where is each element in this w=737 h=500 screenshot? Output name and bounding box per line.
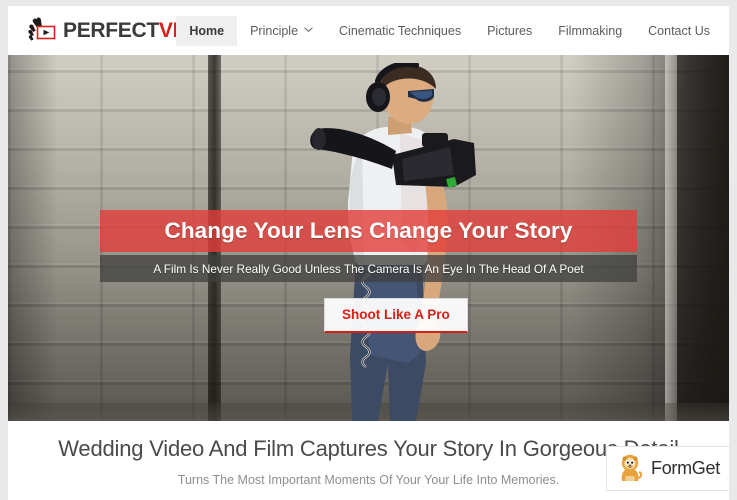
lion-mascot-icon: [617, 454, 643, 484]
ok-hand-play-logo-icon: [26, 16, 58, 46]
nav-item-contact-us[interactable]: Contact Us: [635, 16, 723, 46]
hero-subtitle: A Film Is Never Really Good Unless The C…: [153, 261, 584, 276]
hero-title: Change Your Lens Change Your Story: [164, 218, 573, 243]
nav-item-principle[interactable]: Principle: [237, 16, 326, 46]
nav-item-home-label: Home: [189, 23, 225, 38]
intro-section: Wedding Video And Film Captures Your Sto…: [8, 421, 729, 500]
formget-watermark-badge[interactable]: FormGet: [606, 446, 729, 491]
hero-title-band: Change Your Lens Change Your Story: [100, 210, 637, 252]
nav-item-principle-label: Principle: [250, 23, 299, 38]
nav-item-cinematic-techniques-label: Cinematic Techniques: [339, 23, 462, 38]
nav-item-contact-us-label: Contact Us: [648, 23, 710, 38]
chevron-down-icon: [304, 25, 313, 34]
nav-item-filmmaking-label: Filmmaking: [558, 23, 623, 38]
shoot-like-a-pro-button[interactable]: Shoot Like A Pro: [324, 298, 468, 333]
wall-pillar: [665, 55, 677, 421]
site-page: PERFECTVIDEO Home Principle Cinematic Te…: [8, 6, 729, 500]
nav-item-filmmaking[interactable]: Filmmaking: [545, 16, 635, 46]
hero-banner: Change Your Lens Change Your Story A Fil…: [8, 55, 729, 421]
nav-item-pictures-label: Pictures: [487, 23, 533, 38]
nav-item-pictures[interactable]: Pictures: [474, 16, 545, 46]
nav-item-home[interactable]: Home: [176, 15, 238, 46]
site-header: PERFECTVIDEO Home Principle Cinematic Te…: [8, 6, 729, 55]
main-navigation: Home Principle Cinematic Techniques Pict…: [176, 6, 723, 55]
nav-item-cinematic-techniques[interactable]: Cinematic Techniques: [326, 16, 474, 46]
hero-subtitle-band: A Film Is Never Really Good Unless The C…: [100, 255, 637, 282]
wall-dark-column: [677, 55, 729, 421]
formget-label: FormGet: [651, 458, 720, 478]
brand-name-part1: PERFECT: [63, 19, 159, 42]
